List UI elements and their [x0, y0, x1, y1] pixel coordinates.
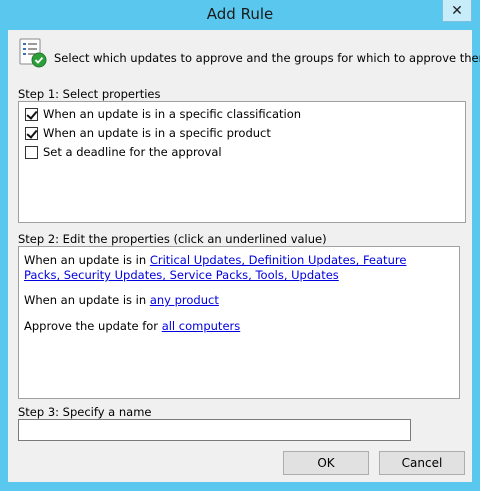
ok-button[interactable]: OK — [283, 451, 369, 475]
property-deadline[interactable]: Set a deadline for the approval — [25, 144, 222, 160]
computers-prefix: Approve the update for — [24, 319, 162, 333]
close-icon: ✕ — [451, 2, 463, 19]
cancel-button[interactable]: Cancel — [379, 451, 465, 475]
computers-link[interactable]: all computers — [162, 319, 241, 333]
close-button[interactable]: ✕ — [442, 0, 472, 22]
property-label: When an update is in a specific classifi… — [43, 107, 302, 121]
window-title: Add Rule — [206, 5, 274, 23]
computers-line: Approve the update for all computers — [24, 319, 240, 334]
dialog-body: Select which updates to approve and the … — [8, 30, 480, 482]
classification-checkbox[interactable] — [25, 107, 38, 121]
rule-name-input[interactable] — [18, 419, 411, 441]
step1-label: Step 1: Select properties — [18, 87, 161, 101]
header-instruction: Select which updates to approve and the … — [54, 51, 480, 65]
classification-prefix: When an update is in — [24, 253, 150, 267]
property-product[interactable]: When an update is in a specific product — [25, 125, 271, 141]
product-prefix: When an update is in — [24, 293, 150, 307]
product-checkbox[interactable] — [25, 126, 38, 140]
property-label: Set a deadline for the approval — [43, 145, 222, 159]
step2-label: Step 2: Edit the properties (click an un… — [18, 232, 327, 246]
product-line: When an update is in any product — [24, 293, 219, 308]
step3-label: Step 3: Specify a name — [18, 405, 152, 419]
rule-description: When an update is in Critical Updates, D… — [18, 246, 460, 399]
property-classification[interactable]: When an update is in a specific classifi… — [25, 106, 301, 122]
classification-line: When an update is in Critical Updates, D… — [24, 253, 424, 283]
title-bar: Add Rule ✕ — [0, 0, 480, 30]
deadline-checkbox[interactable] — [25, 145, 38, 159]
property-label: When an update is in a specific product — [43, 126, 271, 140]
checklist-approve-icon — [18, 38, 48, 68]
product-link[interactable]: any product — [150, 293, 219, 307]
properties-list: When an update is in a specific classifi… — [18, 101, 466, 223]
